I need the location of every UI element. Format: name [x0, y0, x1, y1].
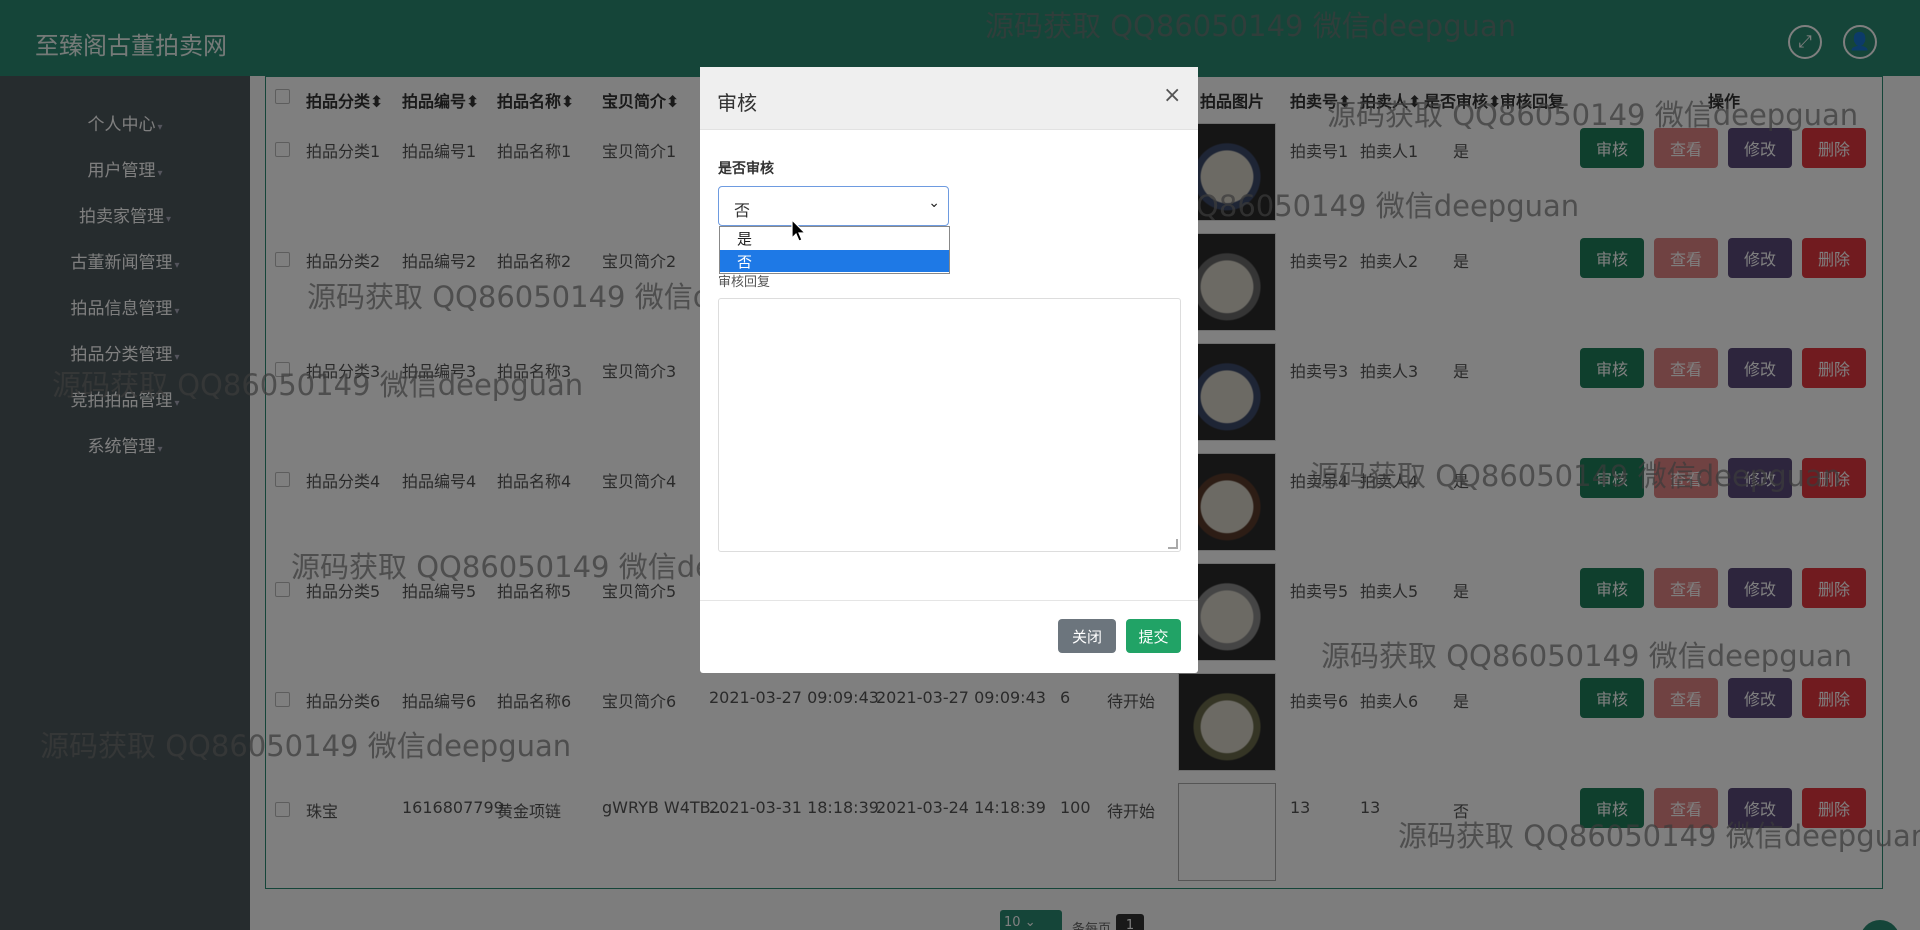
modal-header: 审核 ×: [700, 67, 1198, 130]
audit-field-label: 是否审核: [718, 161, 774, 177]
audit-options-list: 是 否: [719, 226, 950, 274]
modal-footer-divider: [700, 600, 1198, 601]
submit-button[interactable]: 提交: [1126, 619, 1181, 653]
resize-handle-icon[interactable]: [1168, 539, 1178, 549]
option-yes[interactable]: 是: [720, 227, 949, 249]
audit-select[interactable]: 否 ⌄: [718, 186, 949, 226]
close-icon[interactable]: ×: [1163, 83, 1181, 108]
mouse-cursor-icon: [791, 219, 807, 242]
audit-modal: 审核 × 是否审核 否 ⌄ 审核回复 关闭 提交: [700, 67, 1198, 673]
modal-title: 审核: [717, 91, 757, 115]
option-no[interactable]: 否: [720, 250, 949, 272]
reply-textarea[interactable]: [718, 298, 1181, 552]
chevron-down-icon: ⌄: [928, 195, 940, 211]
close-button[interactable]: 关闭: [1058, 619, 1116, 653]
